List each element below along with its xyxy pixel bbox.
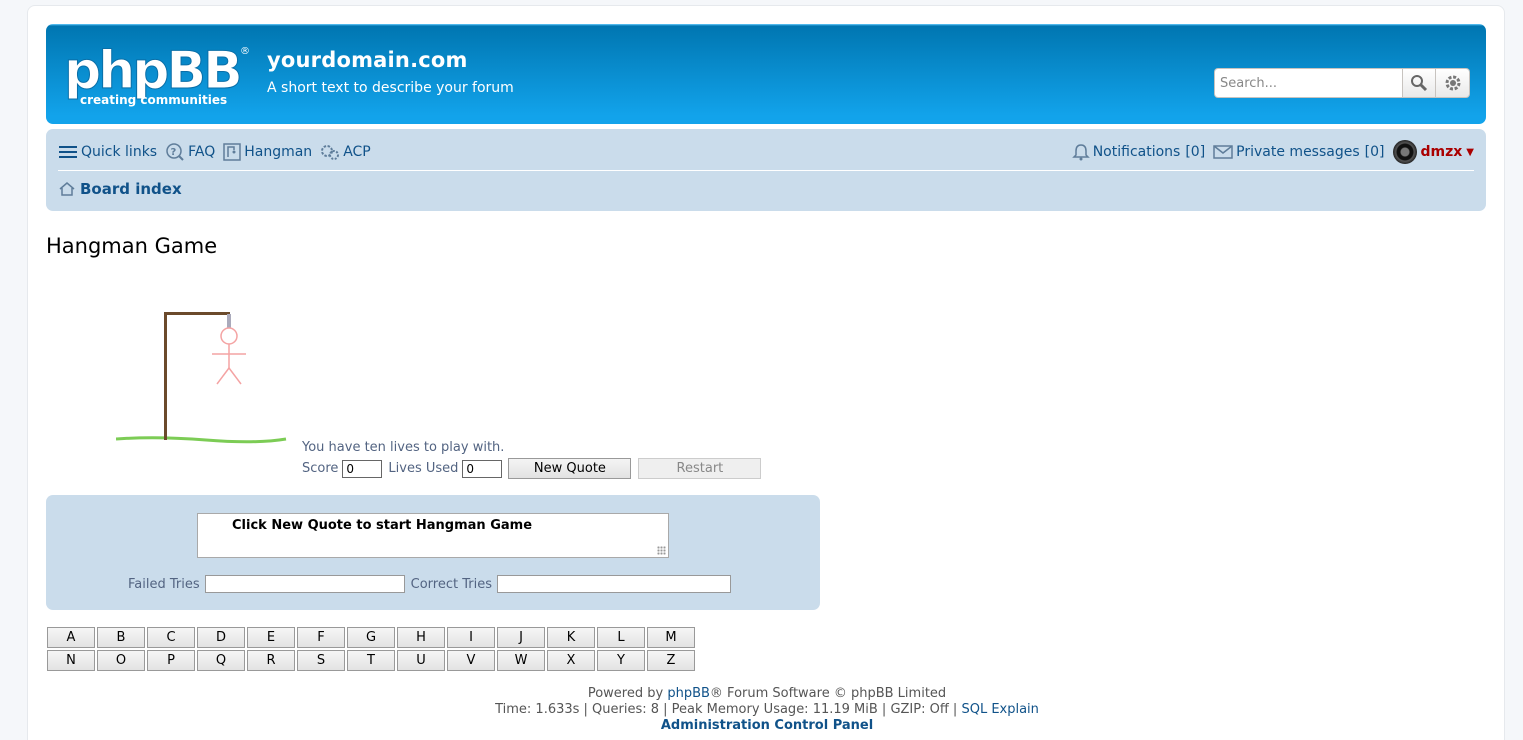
- quote-textarea[interactable]: Click New Quote to start Hangman Game: [197, 513, 669, 558]
- page-wrapper: phpBB ® creating communities yourdomain.…: [27, 5, 1505, 740]
- letter-button-l[interactable]: L: [597, 627, 645, 648]
- breadcrumb-board-index[interactable]: Board index: [58, 180, 182, 198]
- faq-label: FAQ: [188, 144, 216, 160]
- home-icon: [59, 182, 75, 196]
- resize-handle[interactable]: [657, 546, 666, 555]
- acp-link[interactable]: ACP: [320, 143, 371, 161]
- faq-icon: ?: [166, 143, 184, 161]
- letter-button-j[interactable]: J: [497, 627, 545, 648]
- footer-stats: Time: 1.633s | Queries: 8 | Peak Memory …: [28, 702, 1506, 718]
- letter-button-t[interactable]: T: [347, 650, 395, 671]
- user-menu[interactable]: dmzx ▼: [1392, 140, 1474, 164]
- letter-button-n[interactable]: N: [47, 650, 95, 671]
- letter-button-m[interactable]: M: [647, 627, 695, 648]
- faq-link[interactable]: ? FAQ: [165, 143, 215, 161]
- username: dmzx: [1420, 144, 1463, 160]
- envelope-icon: [1213, 145, 1233, 159]
- pm-count: [0]: [1364, 144, 1385, 160]
- lives-info: You have ten lives to play with.: [302, 440, 505, 455]
- letter-button-s[interactable]: S: [297, 650, 345, 671]
- svg-text:?: ?: [171, 147, 177, 158]
- powered-suffix: ® Forum Software © phpBB Limited: [709, 686, 947, 701]
- letter-button-g[interactable]: G: [347, 627, 395, 648]
- restart-button[interactable]: Restart: [638, 458, 762, 479]
- avatar: [1392, 140, 1417, 164]
- advanced-search-button[interactable]: [1436, 68, 1470, 98]
- sql-explain-link[interactable]: SQL Explain: [961, 702, 1038, 717]
- hangman-label: Hangman: [244, 144, 313, 160]
- letter-buttons: ABCDEFGHIJKLM NOPQRSTUVWXYZ: [47, 627, 695, 671]
- cogs-icon: [321, 145, 340, 160]
- caret-down-icon: ▼: [1466, 146, 1474, 158]
- letter-button-v[interactable]: V: [447, 650, 495, 671]
- powered-prefix: Powered by: [587, 686, 664, 701]
- hangman-icon: [223, 143, 241, 161]
- letter-button-p[interactable]: P: [147, 650, 195, 671]
- site-title[interactable]: yourdomain.com: [267, 48, 468, 72]
- acp-label: ACP: [343, 144, 371, 160]
- footer-acp: Administration Control Panel: [28, 718, 1506, 734]
- quick-links-label: Quick links: [81, 144, 158, 160]
- search-icon: [1411, 75, 1428, 92]
- letter-button-b[interactable]: B: [97, 627, 145, 648]
- correct-tries-label: Correct Tries: [410, 576, 492, 592]
- letter-button-k[interactable]: K: [547, 627, 595, 648]
- board-index-label: Board index: [80, 180, 182, 198]
- letter-button-u[interactable]: U: [397, 650, 445, 671]
- correct-tries-input[interactable]: [496, 575, 731, 593]
- letter-button-r[interactable]: R: [247, 650, 295, 671]
- letter-button-i[interactable]: I: [447, 627, 495, 648]
- bell-icon: [1071, 144, 1090, 161]
- acp-footer-link[interactable]: Administration Control Panel: [661, 718, 873, 733]
- failed-tries-input[interactable]: [204, 575, 405, 593]
- search-button[interactable]: [1402, 68, 1436, 98]
- letter-button-o[interactable]: O: [97, 650, 145, 671]
- letter-button-h[interactable]: H: [397, 627, 445, 648]
- game-controls: Score Lives Used New Quote Restart: [302, 458, 762, 479]
- letter-button-c[interactable]: C: [147, 627, 195, 648]
- svg-text:®: ®: [240, 46, 250, 57]
- private-messages-label: Private messages: [1236, 144, 1360, 160]
- notifications-count: [0]: [1185, 144, 1206, 160]
- tries-row: Failed Tries Correct Tries: [128, 575, 737, 593]
- hangman-gallows-image: [116, 312, 287, 444]
- letter-button-f[interactable]: F: [297, 627, 345, 648]
- letter-button-d[interactable]: D: [197, 627, 245, 648]
- letter-button-e[interactable]: E: [247, 627, 295, 648]
- new-quote-button[interactable]: New Quote: [508, 458, 632, 479]
- nav-divider: [58, 170, 1474, 171]
- page-title: Hangman Game: [46, 234, 218, 258]
- letter-button-w[interactable]: W: [497, 650, 545, 671]
- svg-text:creating communities: creating communities: [80, 93, 227, 107]
- failed-tries-label: Failed Tries: [128, 576, 200, 592]
- letter-button-x[interactable]: X: [547, 650, 595, 671]
- phpbb-link[interactable]: phpBB: [667, 686, 710, 701]
- hangman-link[interactable]: Hangman: [223, 143, 312, 161]
- footer-powered: Powered by phpBB® Forum Software © phpBB…: [28, 686, 1506, 702]
- quote-text: Click New Quote to start Hangman Game: [232, 518, 533, 533]
- debug-stats: Time: 1.633s | Queries: 8 | Peak Memory …: [495, 702, 958, 717]
- hamburger-icon: [59, 146, 77, 158]
- quick-links-menu[interactable]: Quick links: [58, 144, 157, 160]
- search-box: [1214, 68, 1470, 98]
- svg-text:phpBB: phpBB: [64, 41, 240, 101]
- quote-panel: Click New Quote to start Hangman Game Fa…: [46, 495, 820, 610]
- notifications-link[interactable]: Notifications [0]: [1071, 143, 1206, 161]
- navbar: Quick links ? FAQ Hangman ACP Notificati…: [46, 129, 1486, 211]
- lives-used-input[interactable]: [462, 459, 503, 478]
- site-description: A short text to describe your forum: [267, 80, 514, 96]
- notifications-label: Notifications: [1092, 144, 1181, 160]
- score-input[interactable]: [342, 459, 383, 478]
- letter-button-q[interactable]: Q: [197, 650, 245, 671]
- search-input[interactable]: [1214, 68, 1402, 98]
- letter-button-a[interactable]: A: [47, 627, 95, 648]
- letter-button-y[interactable]: Y: [597, 650, 645, 671]
- score-label: Score: [302, 461, 339, 476]
- letter-button-z[interactable]: Z: [647, 650, 695, 671]
- private-messages-link[interactable]: Private messages [0]: [1213, 144, 1385, 160]
- lives-used-label: Lives Used: [388, 461, 459, 476]
- header-bar: phpBB ® creating communities yourdomain.…: [46, 24, 1486, 124]
- gear-icon: [1445, 75, 1460, 91]
- phpbb-logo[interactable]: phpBB ® creating communities: [62, 38, 252, 108]
